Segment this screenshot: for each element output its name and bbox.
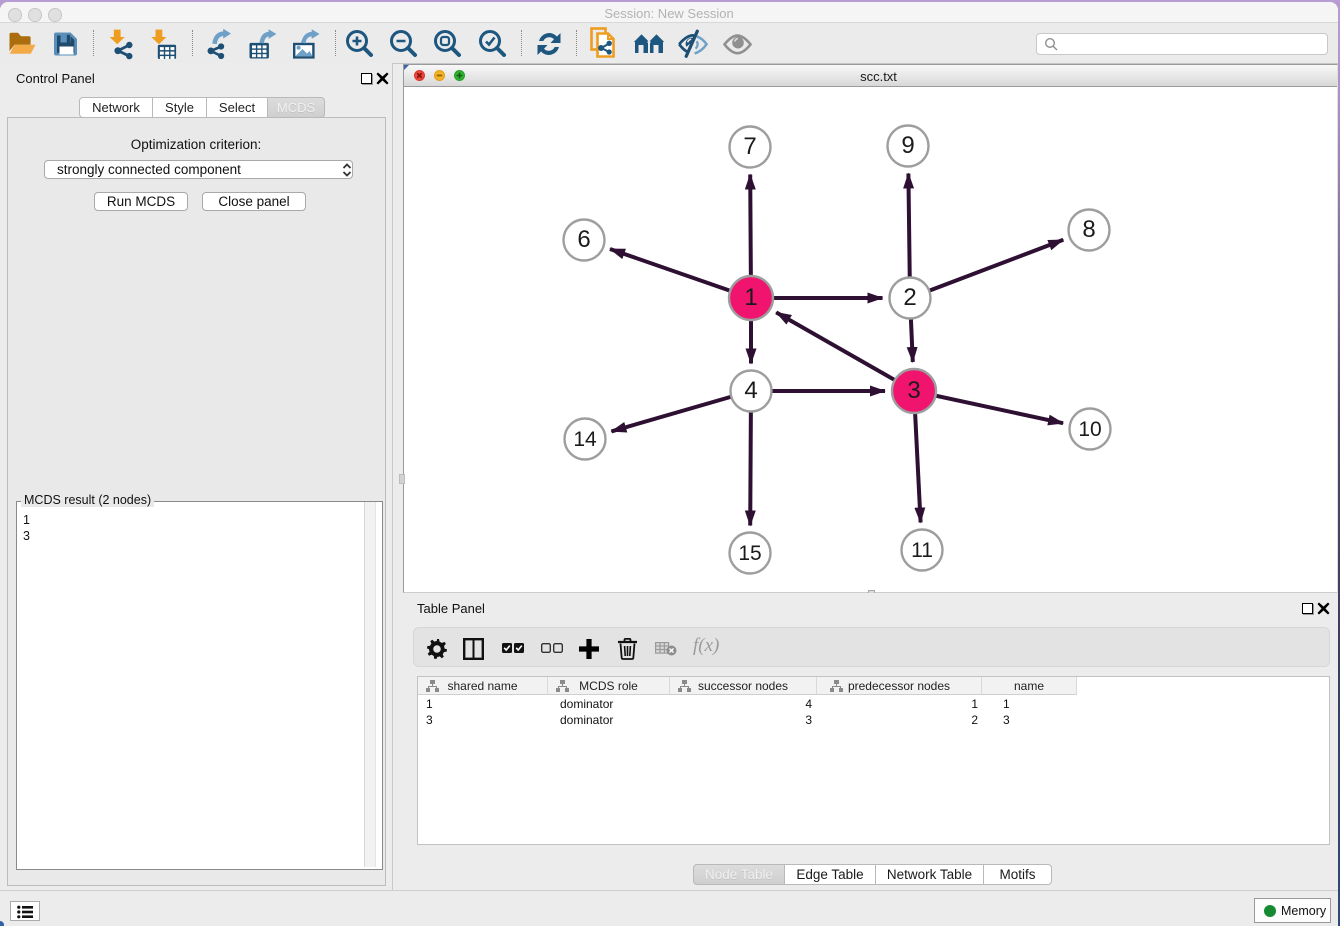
- svg-text:1: 1: [744, 284, 757, 311]
- svg-text:8: 8: [1082, 216, 1095, 243]
- svg-text:9: 9: [901, 132, 914, 159]
- svg-text:2: 2: [903, 284, 916, 311]
- svg-text:11: 11: [911, 539, 933, 562]
- svg-text:6: 6: [577, 226, 590, 253]
- svg-text:3: 3: [907, 377, 920, 404]
- svg-text:15: 15: [738, 542, 761, 565]
- svg-text:14: 14: [573, 428, 597, 451]
- svg-text:10: 10: [1078, 418, 1101, 441]
- svg-text:7: 7: [743, 133, 756, 160]
- svg-text:4: 4: [744, 377, 757, 404]
